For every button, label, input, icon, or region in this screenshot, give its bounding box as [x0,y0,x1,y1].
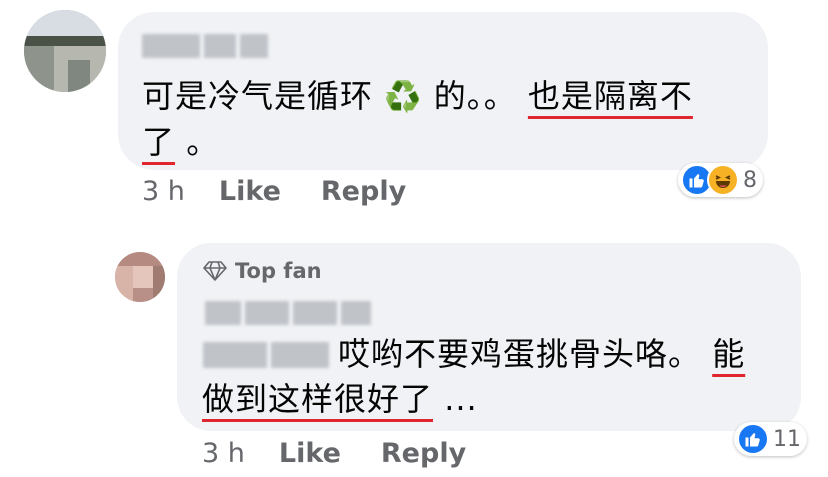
badge-label: Top fan [235,259,322,283]
reply-button[interactable]: Reply [381,438,466,469]
diamond-icon [203,261,227,281]
avatar[interactable] [24,10,106,92]
underlined-text: 做到这样很好了 [202,380,434,418]
comment-thread: 可是冷气是循环 ♻️ 的。。 也是隔离不 了 。 8 3 h Like Repl… [0,0,828,477]
comment-text-line2: 做到这样很好了 ... [202,375,478,423]
comment-text-part: 的。。 [433,77,517,115]
author-name-blurred[interactable] [142,34,268,58]
like-reaction-icon [737,423,769,455]
comment-text: 可是冷气是循环 ♻️ 的。。 也是隔离不 [142,72,693,122]
reaction-count: 8 [743,167,757,193]
reaction-count: 11 [773,426,801,452]
haha-reaction-icon [707,164,739,196]
comment-text-part: 。 [186,123,220,161]
recycle-emoji: ♻️ [384,80,423,115]
author-name-blurred[interactable] [205,301,371,325]
comment-text: 哎哟不要鸡蛋挑骨头咯。 能 [338,330,745,378]
timestamp[interactable]: 3 h [202,438,245,469]
mentioned-name-blurred[interactable] [203,342,329,368]
comment-text-part: 哎哟不要鸡蛋挑骨头咯。 [338,335,702,373]
comment-text-part: 可是冷气是循环 [142,77,374,115]
underlined-text: 也是隔离不 [527,77,693,115]
underlined-text: 了 [142,123,176,161]
comment-text-line2: 了 。 [142,118,219,166]
comment-text-part: ... [444,380,478,418]
comment-actions: 3 h Like Reply [202,438,506,469]
avatar[interactable] [115,252,165,302]
comment-actions: 3 h Like Reply [142,176,446,207]
timestamp[interactable]: 3 h [142,176,185,207]
underlined-text: 能 [712,335,746,373]
reaction-summary[interactable]: 8 [678,163,763,197]
reaction-summary[interactable]: 11 [734,422,807,456]
top-fan-badge: Top fan [203,259,322,283]
like-button[interactable]: Like [219,176,281,207]
like-button[interactable]: Like [279,438,341,469]
reply-button[interactable]: Reply [321,176,406,207]
